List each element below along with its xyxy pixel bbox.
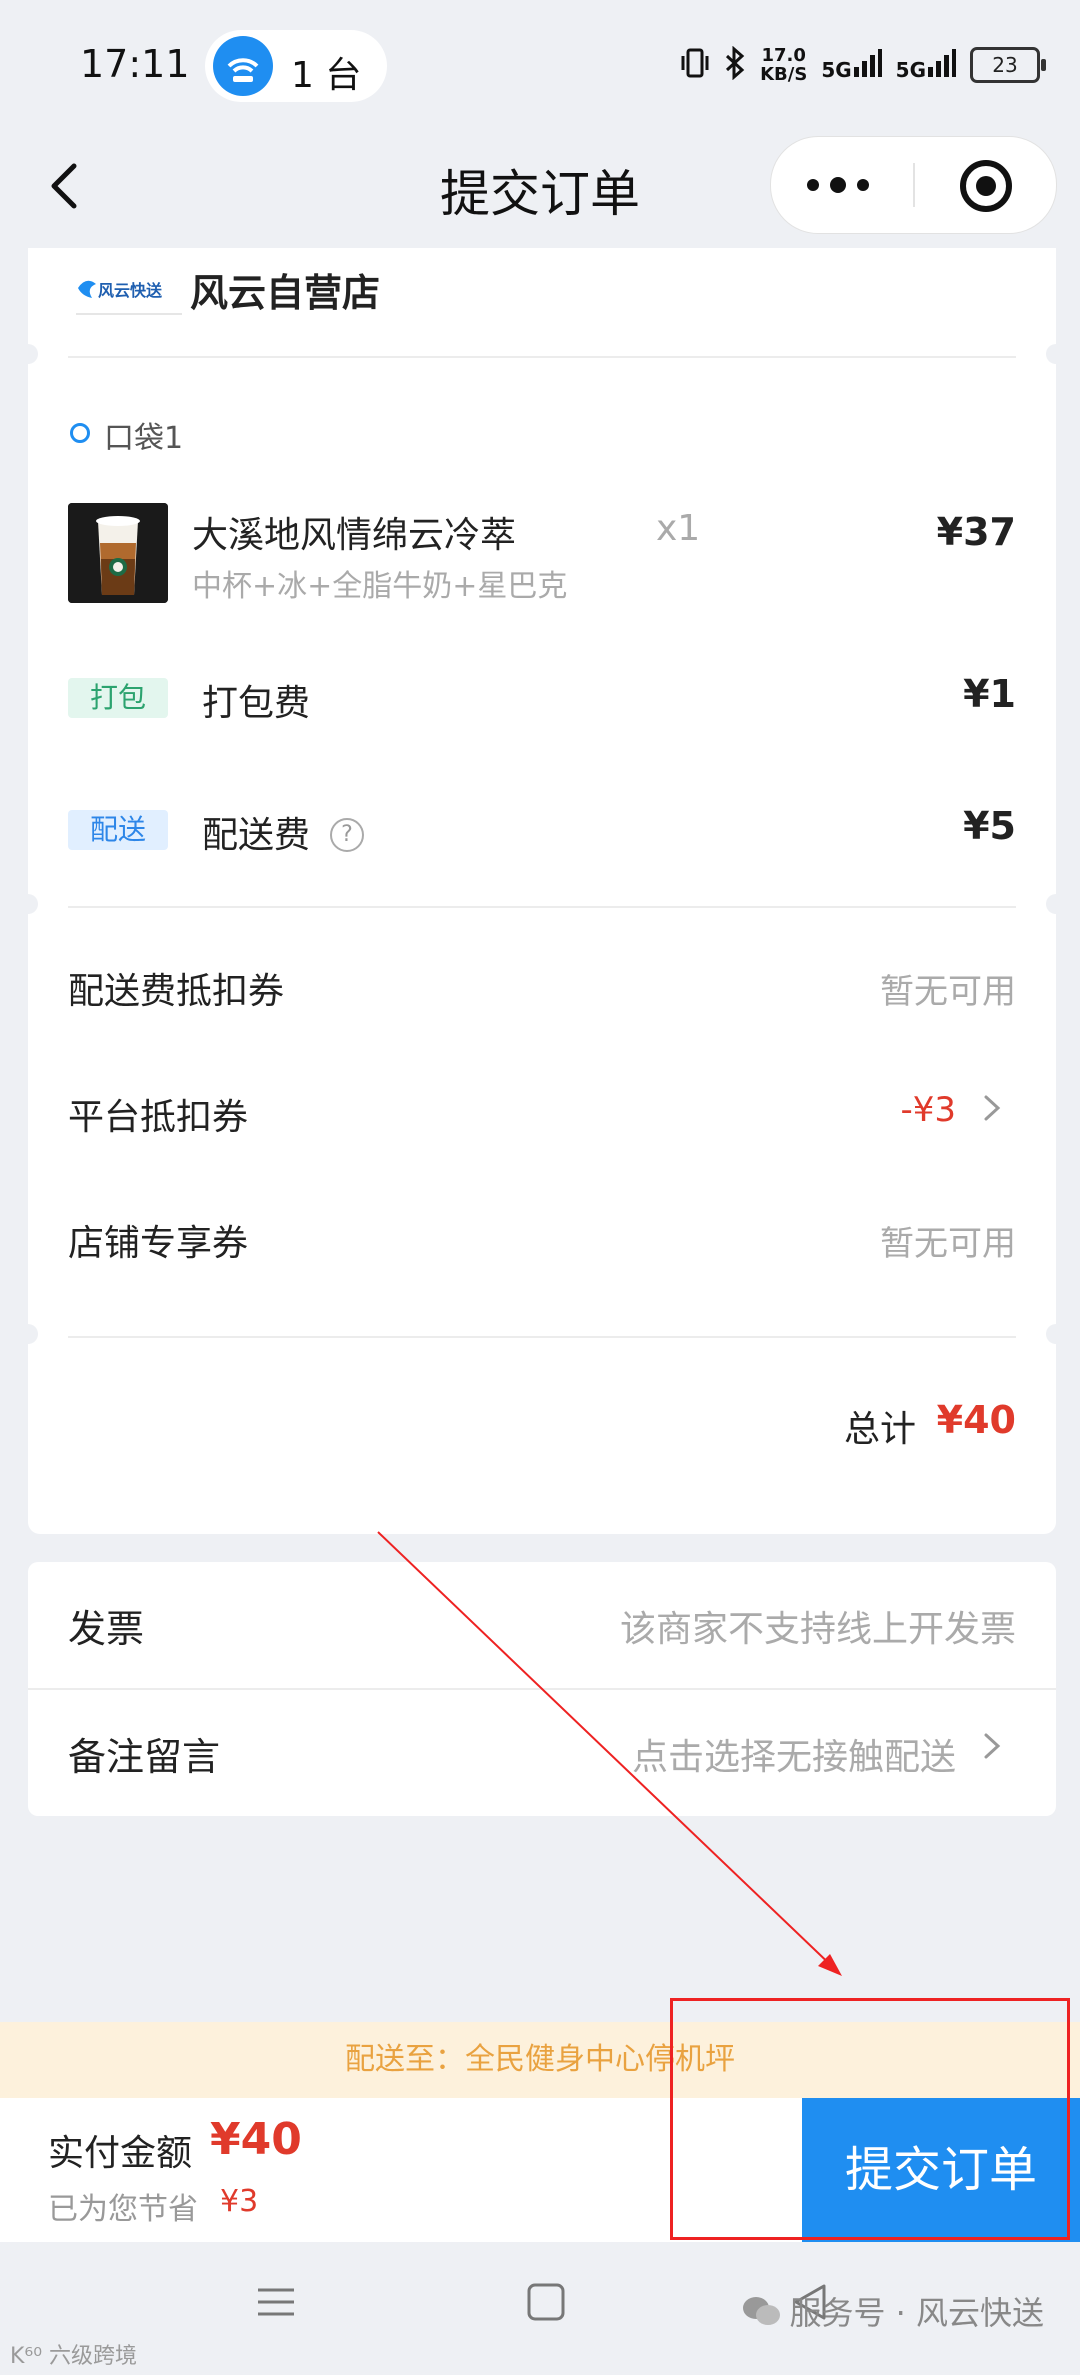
product-name: 大溪地风情绵云冷萃 xyxy=(192,515,517,556)
saved-amount: ¥3 xyxy=(220,2184,259,2219)
delivery-coupon-value[interactable]: 暂无可用 xyxy=(880,964,1016,1013)
system-nav-bar: K⁶⁰ 六级跨境 服务号 · 风云快送 xyxy=(0,2242,1080,2375)
divider xyxy=(28,1688,1056,1690)
status-icons: 17.0 KB/S 5G 5G 23 xyxy=(680,40,1046,90)
network-speed: 17.0 KB/S xyxy=(760,45,808,85)
packing-fee-label: 打包费 xyxy=(202,683,311,724)
platform-coupon-label: 平台抵扣券 xyxy=(68,1097,249,1138)
signal-5g-icon: 5G xyxy=(821,48,882,82)
capsule-divider xyxy=(913,163,915,207)
platform-coupon-value[interactable]: -¥3 xyxy=(900,1090,956,1130)
delivery-coupon-label: 配送费抵扣券 xyxy=(68,971,285,1012)
pay-label: 实付金额 xyxy=(48,2133,193,2174)
total-label: 总计 xyxy=(843,1409,916,1450)
menu-icon[interactable] xyxy=(256,2282,296,2326)
battery-icon: 23 xyxy=(970,47,1046,83)
total-value: ¥40 xyxy=(936,1398,1016,1442)
extras-card: 发票 该商家不支持线上开发票 备注留言 点击选择无接触配送 xyxy=(28,1562,1056,1816)
delivery-fee-value: ¥5 xyxy=(963,804,1016,848)
order-card: 风云快送 风云自营店 口袋1 大溪地风情绵云冷萃 中杯+冰+全脂牛奶+星巴克 x… xyxy=(18,248,1066,1534)
bag-dot-icon xyxy=(70,423,90,443)
packing-fee-value: ¥1 xyxy=(963,672,1016,716)
product-spec: 中杯+冰+全脂牛奶+星巴克 xyxy=(192,569,568,604)
nav-bar: 提交订单 xyxy=(0,130,1080,248)
card-notch xyxy=(18,344,38,364)
wifi-hotspot-icon xyxy=(213,36,273,96)
card-notch xyxy=(18,894,38,914)
hotspot-indicator[interactable]: 1 台 xyxy=(205,30,387,102)
card-notch xyxy=(18,1324,38,1344)
wechat-icon xyxy=(741,2295,781,2335)
chevron-right-icon[interactable] xyxy=(978,1732,1006,1760)
note-label: 备注留言 xyxy=(68,1735,221,1779)
packing-tag: 打包 xyxy=(68,678,168,718)
miniprogram-capsule xyxy=(770,136,1057,234)
bluetooth-icon xyxy=(724,45,746,84)
divider xyxy=(68,356,1016,358)
annotation-highlight-box xyxy=(670,1998,1070,2240)
product-quantity: x1 xyxy=(656,508,701,549)
product-price: ¥37 xyxy=(936,510,1016,554)
shop-name[interactable]: 风云自营店 xyxy=(190,262,380,317)
divider xyxy=(68,906,1016,908)
more-icon[interactable] xyxy=(803,167,873,207)
delivery-tag: 配送 xyxy=(68,810,168,850)
shop-coupon-value[interactable]: 暂无可用 xyxy=(880,1216,1016,1265)
bag-label: 口袋1 xyxy=(104,421,184,456)
vibrate-icon xyxy=(680,46,710,84)
home-icon[interactable] xyxy=(526,2282,566,2326)
invoice-label: 发票 xyxy=(68,1607,145,1651)
status-time: 17:11 xyxy=(80,42,190,86)
note-value[interactable]: 点击选择无接触配送 xyxy=(632,1728,956,1780)
shop-logo: 风云快送 xyxy=(72,268,196,320)
card-notch xyxy=(1046,1324,1066,1344)
product-image[interactable] xyxy=(68,503,168,603)
help-icon[interactable]: ? xyxy=(330,818,364,852)
status-bar: 17:11 1 台 17.0 KB/S 5G 5G 23 xyxy=(0,0,1080,130)
chevron-right-icon[interactable] xyxy=(978,1094,1006,1122)
watermark-right: 服务号 · 风云快送 xyxy=(741,2288,1044,2335)
hotspot-count: 1 台 xyxy=(291,55,362,96)
card-notch xyxy=(1046,344,1066,364)
svg-text:风云快送: 风云快送 xyxy=(98,281,163,300)
watermark-left: K⁶⁰ 六级跨境 xyxy=(10,2344,138,2369)
divider xyxy=(68,1336,1016,1338)
close-miniprogram-icon[interactable] xyxy=(957,157,1015,219)
delivery-fee-label: 配送费 xyxy=(202,815,311,856)
invoice-value: 该商家不支持线上开发票 xyxy=(619,1609,1016,1650)
saved-label: 已为您节省 xyxy=(48,2192,198,2227)
shop-coupon-label: 店铺专享券 xyxy=(68,1223,249,1264)
signal-5g-icon-2: 5G xyxy=(896,48,956,82)
card-notch xyxy=(1046,894,1066,914)
pay-amount: ¥40 xyxy=(210,2114,302,2165)
